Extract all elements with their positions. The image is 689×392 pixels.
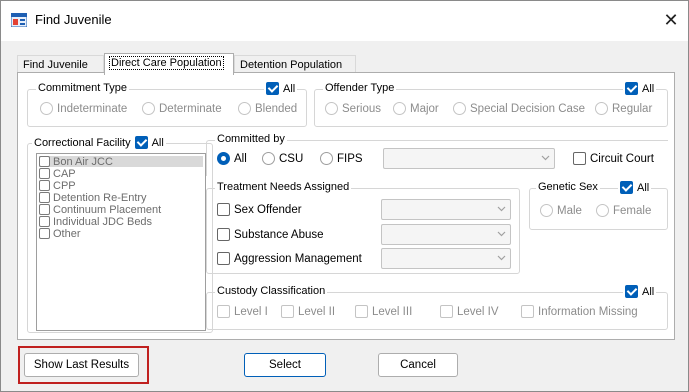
checkbox-icon xyxy=(39,180,50,191)
facility-item-detention-re-entry[interactable]: Detention Re-Entry xyxy=(39,192,147,204)
checkbox-icon xyxy=(217,228,230,241)
circuit-court-checkbox[interactable]: Circuit Court xyxy=(573,152,654,165)
sex-offender-dropdown[interactable] xyxy=(381,199,511,220)
genetic-sex-all-checkbox[interactable]: All xyxy=(618,181,652,194)
title-bar: Find Juvenile ✕ xyxy=(1,1,688,41)
checkbox-icon xyxy=(217,252,230,265)
fips-dropdown[interactable] xyxy=(383,148,555,169)
committed-by-group: Committed by All CSU FIPS Circuit Court xyxy=(206,133,668,176)
checkbox-icon xyxy=(39,168,50,179)
radio-committed-all[interactable]: All xyxy=(217,152,247,165)
checkbox-icon xyxy=(39,192,50,203)
facility-item-bon-air-jcc[interactable]: Bon Air JCC xyxy=(39,156,203,168)
offender-type-group: Offender Type All Serious Major Special … xyxy=(314,82,668,127)
checkbox-icon xyxy=(39,204,50,215)
radio-determinate[interactable]: Determinate xyxy=(142,102,222,115)
radio-icon xyxy=(596,204,609,217)
facility-item-cap[interactable]: CAP xyxy=(39,168,76,180)
radio-committed-fips[interactable]: FIPS xyxy=(320,152,363,165)
correctional-facility-legend: Correctional Facility All xyxy=(32,136,166,149)
checkbox-checked-icon xyxy=(266,82,279,95)
level-ii-checkbox[interactable]: Level II xyxy=(281,305,335,318)
substance-abuse-dropdown[interactable] xyxy=(381,224,511,245)
checkbox-checked-icon xyxy=(625,285,638,298)
find-juvenile-window: Find Juvenile ✕ Find Juvenile Direct Car… xyxy=(0,0,689,392)
radio-icon xyxy=(325,102,338,115)
radio-icon xyxy=(320,152,333,165)
close-button[interactable]: ✕ xyxy=(659,9,683,33)
radio-serious[interactable]: Serious xyxy=(325,102,381,115)
checkbox-checked-icon xyxy=(620,181,633,194)
radio-male[interactable]: Male xyxy=(540,204,582,217)
offender-type-all-checkbox[interactable]: All xyxy=(623,82,657,95)
show-last-results-button[interactable]: Show Last Results xyxy=(24,353,139,377)
checkbox-icon xyxy=(39,228,50,239)
checkbox-icon xyxy=(217,203,230,216)
aggression-management-dropdown[interactable] xyxy=(381,248,511,269)
radio-icon xyxy=(540,204,553,217)
treatment-sex-offender-checkbox[interactable]: Sex Offender xyxy=(217,203,302,216)
close-icon: ✕ xyxy=(663,10,679,30)
select-button[interactable]: Select xyxy=(244,353,326,377)
radio-indeterminate[interactable]: Indeterminate xyxy=(40,102,127,115)
custody-classification-group: Custody Classification All Level I Level… xyxy=(206,285,668,330)
correctional-facility-all-checkbox[interactable] xyxy=(134,136,148,149)
genetic-sex-group: Genetic Sex All Male Female xyxy=(529,181,668,230)
checkbox-icon xyxy=(521,305,534,318)
commitment-type-group: Commitment Type All Indeterminate Determ… xyxy=(27,82,307,127)
level-i-checkbox[interactable]: Level I xyxy=(217,305,268,318)
radio-icon xyxy=(262,152,275,165)
chevron-down-icon xyxy=(497,206,506,212)
facility-item-cpp[interactable]: CPP xyxy=(39,180,76,192)
checkbox-icon xyxy=(440,305,453,318)
offender-type-legend: Offender Type xyxy=(323,82,397,94)
checkbox-icon xyxy=(573,152,586,165)
facility-item-continuum-placement[interactable]: Continuum Placement xyxy=(39,204,161,216)
radio-selected-icon xyxy=(217,152,230,165)
radio-icon xyxy=(40,102,53,115)
chevron-down-icon xyxy=(497,255,506,261)
custody-classification-legend: Custody Classification xyxy=(215,285,328,297)
radio-icon xyxy=(238,102,251,115)
radio-icon xyxy=(142,102,155,115)
custody-classification-all-checkbox[interactable]: All xyxy=(623,285,657,298)
radio-regular[interactable]: Regular xyxy=(595,102,652,115)
facility-checklist[interactable]: Bon Air JCC CAP CPP Detention Re-Entry C… xyxy=(36,153,206,331)
facility-item-other[interactable]: Other xyxy=(39,228,81,240)
genetic-sex-legend: Genetic Sex xyxy=(536,181,600,193)
radio-committed-csu[interactable]: CSU xyxy=(262,152,303,165)
chevron-down-icon xyxy=(541,155,550,161)
direct-care-population-panel: Commitment Type All Indeterminate Determ… xyxy=(17,72,675,340)
checkbox-icon xyxy=(355,305,368,318)
chevron-down-icon xyxy=(497,231,506,237)
checkbox-icon xyxy=(217,305,230,318)
radio-icon xyxy=(453,102,466,115)
tab-direct-care-population[interactable]: Direct Care Population xyxy=(104,53,234,75)
radio-blended[interactable]: Blended xyxy=(238,102,297,115)
radio-icon xyxy=(393,102,406,115)
radio-icon xyxy=(595,102,608,115)
commitment-type-all-checkbox[interactable]: All xyxy=(264,82,298,95)
window-title: Find Juvenile xyxy=(35,12,112,27)
level-iv-checkbox[interactable]: Level IV xyxy=(440,305,499,318)
radio-major[interactable]: Major xyxy=(393,102,439,115)
treatment-needs-legend: Treatment Needs Assigned xyxy=(215,181,352,193)
checkbox-checked-icon xyxy=(625,82,638,95)
treatment-substance-abuse-checkbox[interactable]: Substance Abuse xyxy=(217,228,324,241)
treatment-aggression-management-checkbox[interactable]: Aggression Management xyxy=(217,252,362,265)
information-missing-checkbox[interactable]: Information Missing xyxy=(521,305,638,318)
facility-item-individual-jdc-beds[interactable]: Individual JDC Beds xyxy=(39,216,152,228)
commitment-type-legend: Commitment Type xyxy=(36,82,130,94)
window-app-icon xyxy=(11,13,27,27)
checkbox-icon xyxy=(39,216,50,227)
committed-by-legend: Committed by xyxy=(215,133,287,145)
checkbox-icon xyxy=(39,156,50,167)
checkbox-icon xyxy=(281,305,294,318)
radio-female[interactable]: Female xyxy=(596,204,651,217)
level-iii-checkbox[interactable]: Level III xyxy=(355,305,412,318)
radio-special-decision-case[interactable]: Special Decision Case xyxy=(453,102,585,115)
treatment-needs-group: Treatment Needs Assigned Sex Offender Su… xyxy=(206,181,520,274)
cancel-button[interactable]: Cancel xyxy=(378,353,458,377)
